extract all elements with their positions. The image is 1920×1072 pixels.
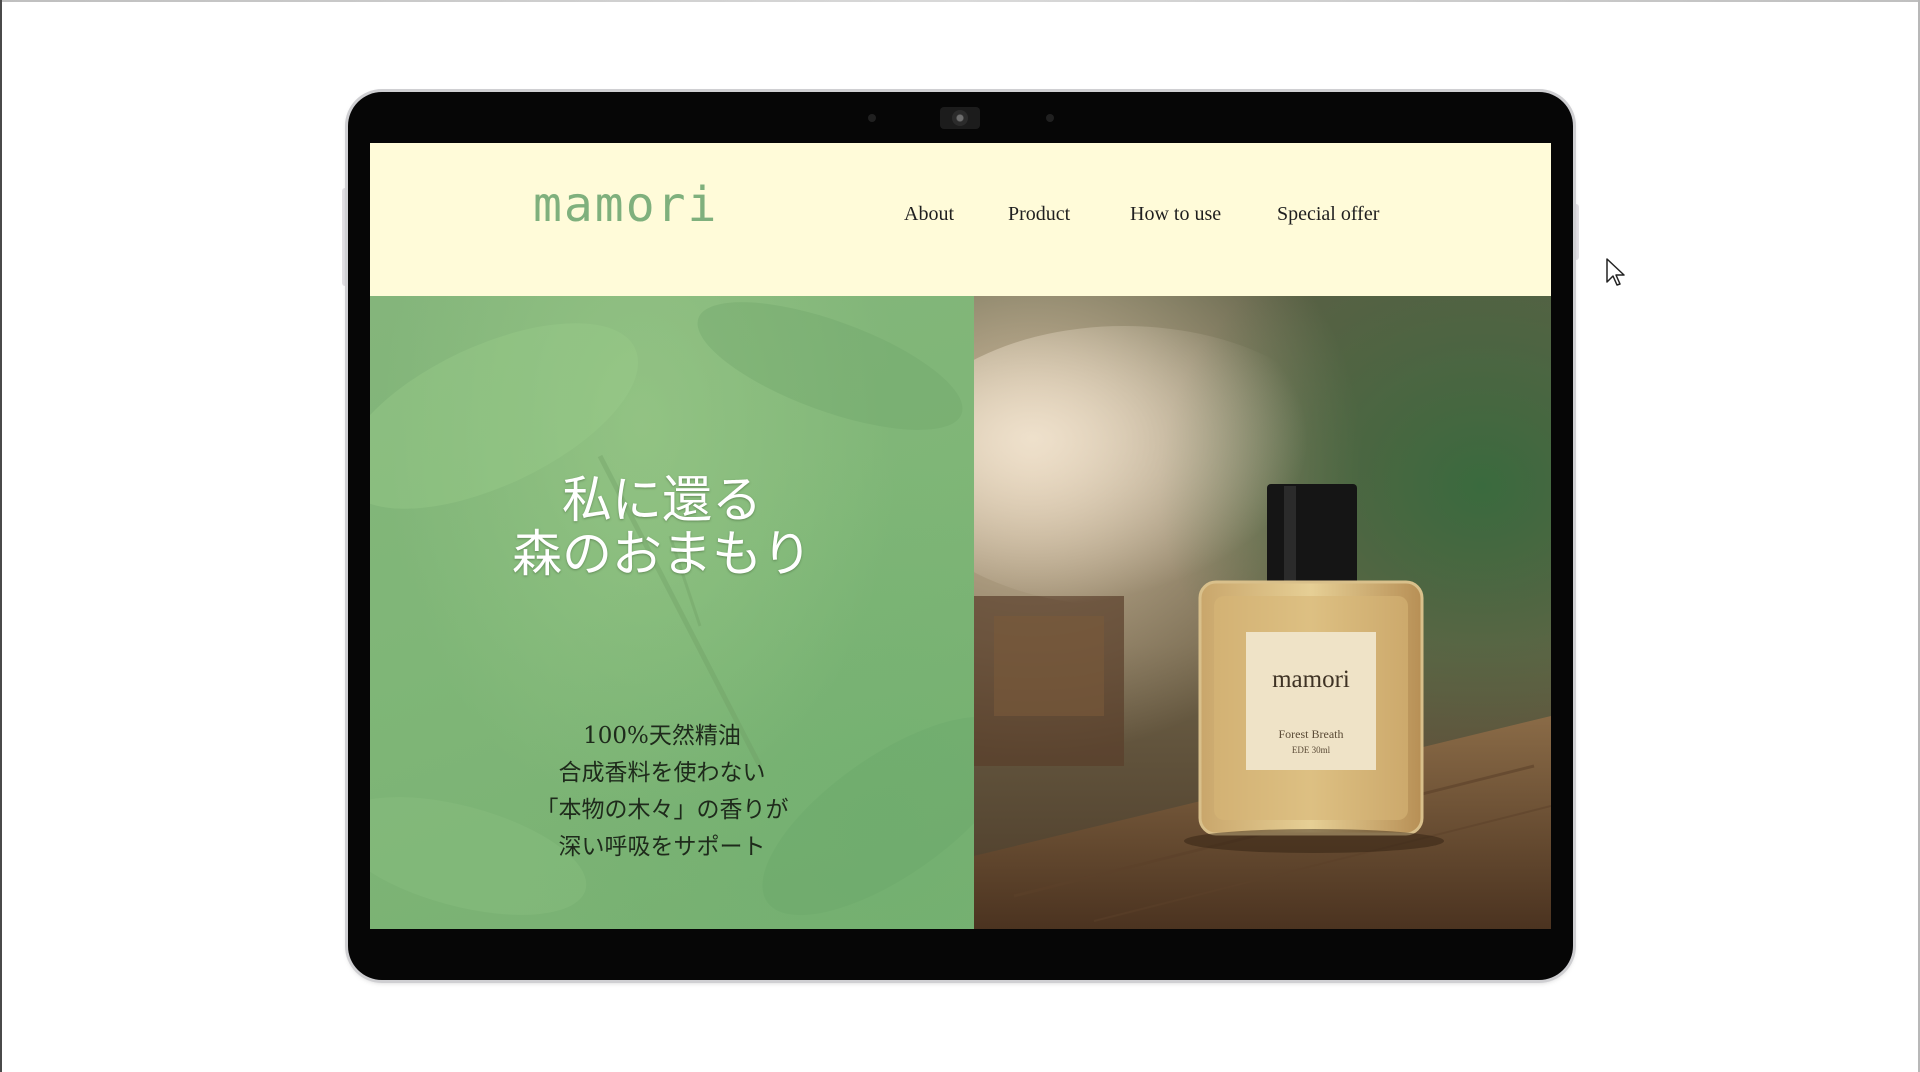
hero-text-panel: 私に還る 森のおまもり 100%天然精油 合成香料を使わない 「本物の木々」の香… xyxy=(370,296,974,929)
site-header: mamori About Product How to use Special … xyxy=(370,143,1551,296)
hero-headline: 私に還る 森のおまもり xyxy=(370,473,954,581)
nav-link-how-to-use[interactable]: How to use xyxy=(1130,203,1221,226)
hero-copy-line: 深い呼吸をサポート xyxy=(558,834,766,860)
window-top-edge xyxy=(0,0,1920,2)
bottle-name-label: Forest Breath xyxy=(1279,727,1344,741)
hero-product-image: mamori Forest Breath EDE 30ml xyxy=(974,296,1551,929)
site-logo[interactable]: mamori xyxy=(533,181,718,229)
nav-link-about[interactable]: About xyxy=(904,203,954,226)
hero-description: 100%天然精油 合成香料を使わない 「本物の木々」の香りが 深い呼吸をサポート xyxy=(370,718,954,866)
bottle-brand-label: mamori xyxy=(1272,666,1350,693)
hero-copy-line: 合成香料を使わない xyxy=(558,760,766,786)
nav-link-product[interactable]: Product xyxy=(1008,203,1070,226)
mouse-cursor-icon xyxy=(1606,258,1625,286)
tablet-screen: mamori About Product How to use Special … xyxy=(370,143,1551,929)
sensor-dot xyxy=(1046,114,1054,122)
perfume-bottle-photo: mamori Forest Breath EDE 30ml xyxy=(974,326,1551,929)
camera-icon xyxy=(940,107,980,129)
nav-link-special-offer[interactable]: Special offer xyxy=(1277,203,1379,226)
sensor-dot xyxy=(868,114,876,122)
tablet-side-button-right xyxy=(1573,204,1579,260)
window-left-edge xyxy=(0,0,2,1072)
hero-headline-line-1: 私に還る xyxy=(562,471,762,529)
bottle-sub-label: EDE 30ml xyxy=(1292,745,1331,755)
hero-headline-line-2: 森のおまもり xyxy=(512,525,812,583)
hero-copy-line: 「本物の木々」の香りが xyxy=(535,797,789,823)
hero-section: 私に還る 森のおまもり 100%天然精油 合成香料を使わない 「本物の木々」の香… xyxy=(370,296,1551,929)
hero-copy-line: 100%天然精油 xyxy=(583,723,741,749)
